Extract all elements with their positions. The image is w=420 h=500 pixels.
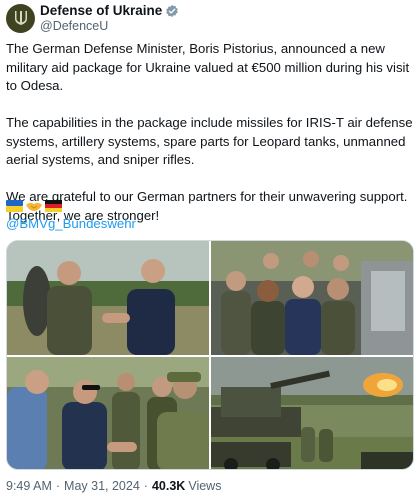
views-label: Views	[188, 479, 222, 493]
germany-flag-emoji	[45, 200, 62, 212]
emoji-row	[6, 197, 62, 215]
account-names: Defense of Ukraine @DefenceU	[40, 3, 179, 34]
avatar[interactable]	[6, 3, 35, 33]
account-handle[interactable]: @DefenceU	[40, 19, 179, 34]
mention-link[interactable]: @BMVg_Bundeswehr	[6, 215, 136, 233]
ukraine-flag-emoji	[6, 200, 23, 212]
handshake-emoji	[26, 202, 42, 211]
air-defense-firing-photo[interactable]	[211, 357, 413, 469]
tweet-paragraph: The German Defense Minister, Boris Pisto…	[6, 41, 410, 93]
handshake-photo[interactable]	[7, 241, 209, 355]
separator-dot: ·	[143, 479, 148, 493]
tweet-time[interactable]: 9:49 AM	[6, 478, 52, 494]
separator-dot: ·	[55, 479, 61, 493]
tweet-header: Defense of Ukraine @DefenceU	[6, 3, 179, 33]
tweet-text: The German Defense Minister, Boris Pisto…	[6, 40, 414, 225]
display-name[interactable]: Defense of Ukraine	[40, 3, 162, 19]
media-grid	[6, 240, 414, 470]
tweet-footer: 9:49 AM · May 31, 2024 · 40.3K Views	[6, 478, 221, 494]
officials-group-photo[interactable]	[211, 241, 413, 355]
tweet-paragraph: The capabilities in the package include …	[6, 115, 413, 167]
tweet-date[interactable]: May 31, 2024	[64, 478, 140, 494]
tweet-card: Defense of Ukraine @DefenceU The German …	[0, 0, 420, 500]
verified-badge-icon	[165, 4, 179, 18]
trident-icon	[14, 11, 27, 25]
views-count: 40.3K	[151, 479, 186, 493]
meeting-soldiers-photo[interactable]	[7, 357, 209, 469]
